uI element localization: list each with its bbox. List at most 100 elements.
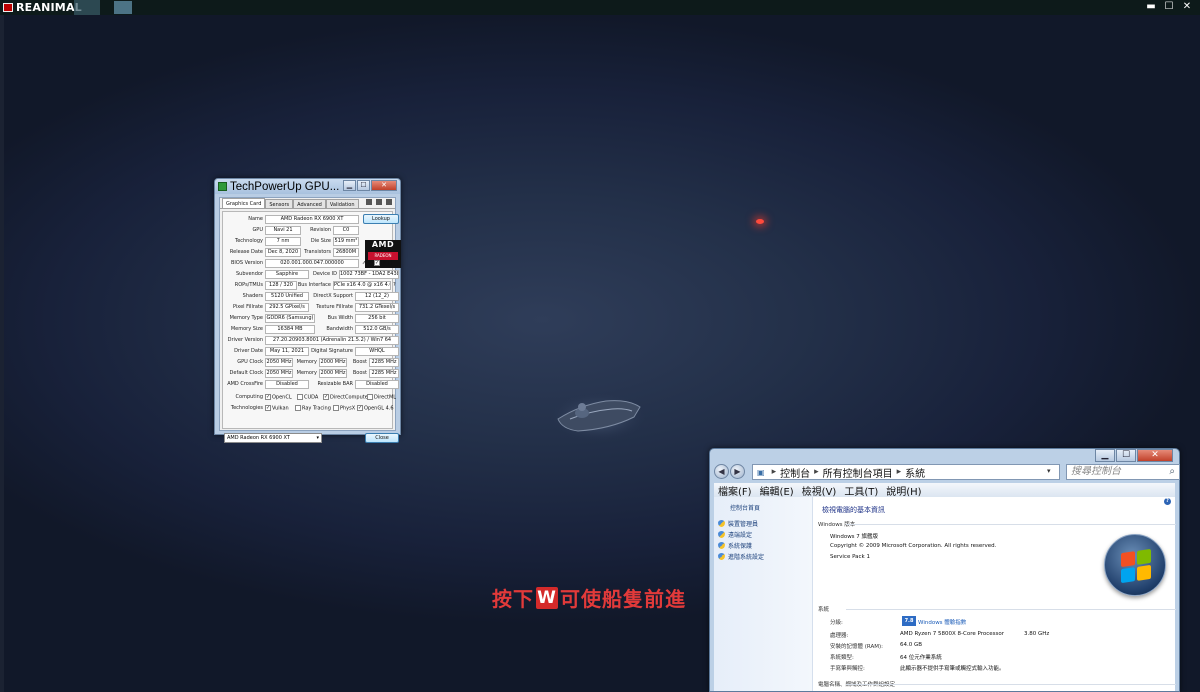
gpuz-close-button[interactable]: ✕ (371, 180, 397, 191)
shield-icon (718, 542, 725, 549)
tab-graphics-card[interactable]: Graphics Card (222, 198, 266, 208)
default-memory-value: 2000 MHz (319, 369, 347, 378)
sidebar-home-link[interactable]: 控制台首頁 (730, 503, 760, 512)
transistors-label: Transistors (304, 249, 331, 255)
back-button[interactable]: ◀ (714, 464, 729, 479)
breadcrumb-all-items[interactable]: 所有控制台項目 (823, 465, 893, 480)
gpuz-maximize-button[interactable]: ☐ (357, 180, 370, 191)
gpuz-close-dialog-button[interactable]: Close (365, 433, 399, 443)
revision-value: C0 (333, 226, 359, 235)
directcompute-checkbox[interactable]: ✓ DirectCompute (323, 394, 368, 402)
technologies-label: Technologies (230, 405, 263, 411)
subvendor-value: Sapphire (265, 270, 309, 279)
texture-fillrate-value: 731.2 GTexel/s (355, 303, 399, 312)
share-icon[interactable]: ⇗ (362, 260, 366, 267)
boost-clock-value: 2285 MHz (369, 358, 399, 367)
minimize-button[interactable]: ▬ (1144, 0, 1158, 14)
camera-icon[interactable] (366, 199, 372, 205)
folder-icon: ▣ (757, 467, 765, 477)
lookup-button[interactable]: Lookup (363, 214, 399, 224)
card-select[interactable]: AMD Radeon RX 6900 XT ▾ (224, 433, 322, 443)
gpu-label: GPU (252, 227, 263, 233)
breadcrumb-system[interactable]: 系統 (905, 465, 925, 480)
cp-sidebar: 控制台首頁 裝置管理員 遠端設定 系統保護 進階系統設定 (714, 497, 813, 691)
opengl-checkbox[interactable]: ✓ OpenGL 4.6 (357, 405, 394, 413)
cp-close-button[interactable]: ✕ (1137, 449, 1173, 462)
menu-edit[interactable]: 編輯(E) (760, 483, 794, 498)
taskbar-thumbnail (74, 0, 100, 15)
device-id-value: 1002 73BF - 1DA2 E438 (339, 270, 399, 279)
tab-sensors[interactable]: Sensors (265, 199, 294, 208)
refresh-icon[interactable] (376, 199, 382, 205)
digital-signature-value: WHQL (355, 347, 399, 356)
uefi-checkbox[interactable]: ✓ UEFI (374, 260, 392, 268)
menu-view[interactable]: 檢視(V) (802, 483, 837, 498)
cp-maximize-button[interactable]: ☐ (1116, 449, 1136, 462)
resizable-bar-label: Resizable BAR (317, 381, 353, 387)
menu-file[interactable]: 檔案(F) (718, 483, 752, 498)
shield-icon (718, 520, 725, 527)
bios-label: BIOS Version (231, 260, 263, 266)
name-label: Name (248, 216, 263, 222)
search-icon[interactable]: ⌕ (1169, 465, 1175, 479)
tab-advanced[interactable]: Advanced (293, 199, 326, 208)
system-type-value: 64 位元作業系統 (900, 655, 942, 661)
menu-tools[interactable]: 工具(T) (844, 483, 878, 498)
sidebar-item-device-manager[interactable]: 裝置管理員 (718, 519, 758, 528)
taskbar-thumbnail (114, 1, 132, 14)
pen-touch-value: 此顯示器不提供手寫筆或觸控式輸入功能。 (900, 666, 1005, 672)
shaders-value: 5120 Unified (265, 292, 309, 301)
edition-section-title: Windows 版本 (818, 522, 1180, 528)
address-dropdown-icon[interactable]: ▾ (1047, 467, 1051, 475)
boat-image (550, 393, 646, 441)
tab-validation[interactable]: Validation (325, 199, 359, 208)
gpuz-titlebar[interactable]: TechPowerUp GPU... ▁ ☐ ✕ (215, 179, 400, 194)
computing-label: Computing (235, 394, 263, 400)
sidebar-item-advanced-settings[interactable]: 進階系統設定 (718, 552, 764, 561)
gpuz-tabs: Graphics Card Sensors Advanced Validatio… (220, 198, 395, 209)
help-icon[interactable]: ? (1164, 498, 1171, 505)
experience-index-link[interactable]: Windows 體驗指數 (918, 618, 966, 626)
release-date-value: Dec 8, 2020 (265, 248, 301, 257)
driver-date-value: May 11, 2021 (265, 347, 309, 356)
directml-checkbox[interactable]: DirectML (367, 394, 396, 402)
breadcrumb-separator-icon: ▸ (771, 467, 777, 477)
service-pack: Service Pack 1 (830, 554, 870, 560)
memory-type-label: Memory Type (229, 315, 263, 321)
shaders-label: Shaders (242, 293, 263, 299)
ray-tracing-checkbox[interactable]: Ray Tracing (295, 405, 331, 413)
forward-button[interactable]: ▶ (730, 464, 745, 479)
address-bar[interactable]: ▣ ▸ 控制台 ▸ 所有控制台項目 ▸ 系統 (752, 464, 1060, 480)
close-button[interactable]: ✕ (1180, 0, 1194, 14)
subvendor-label: Subvendor (235, 271, 263, 277)
breadcrumb-separator-icon: ▸ (896, 467, 902, 477)
opencl-checkbox[interactable]: ✓ OpenCL (265, 394, 292, 402)
vulkan-checkbox[interactable]: ✓ Vulkan (265, 405, 289, 413)
game-hint: 按下 W 可使船隻前進 (492, 583, 686, 612)
default-clock-label: Default Clock (229, 370, 263, 376)
sidebar-item-system-protection[interactable]: 系統保護 (718, 541, 752, 550)
cp-titlebar[interactable]: ▁ ☐ ✕ (710, 449, 1179, 462)
cp-content: 控制台首頁 裝置管理員 遠端設定 系統保護 進階系統設定 ? 檢視電腦的基本資訊… (714, 497, 1180, 691)
gpuz-info-panel: Name AMD Radeon RX 6900 XT Lookup GPU Na… (222, 211, 401, 429)
bus-interface-value: PCIe x16 4.0 @ x16 4.0 (333, 281, 391, 290)
control-panel-window: ▁ ☐ ✕ ◀ ▶ ▣ ▸ 控制台 ▸ 所有控制台項目 ▸ 系統 ▾ 搜尋控制台… (709, 448, 1180, 692)
physx-checkbox[interactable]: PhysX (333, 405, 355, 413)
breadcrumb-control-panel[interactable]: 控制台 (780, 465, 810, 480)
memory-clock-value: 2000 MHz (319, 358, 347, 367)
rops-value: 128 / 320 (265, 281, 297, 290)
chevron-down-icon: ▾ (316, 435, 319, 441)
windows-logo-icon (1104, 534, 1166, 596)
menu-help[interactable]: 說明(H) (886, 483, 921, 498)
maximize-button[interactable]: ☐ (1162, 0, 1176, 14)
device-id-label: Device ID (312, 271, 337, 277)
help-icon[interactable]: ? (393, 282, 396, 289)
resizable-bar-value: Disabled (355, 380, 399, 389)
cuda-checkbox[interactable]: CUDA (297, 394, 318, 402)
gpuz-minimize-button[interactable]: ▁ (343, 180, 356, 191)
cp-minimize-button[interactable]: ▁ (1095, 449, 1115, 462)
menu-icon[interactable] (386, 199, 392, 205)
sidebar-item-remote-settings[interactable]: 遠端設定 (718, 530, 752, 539)
system-type-label: 系統類型: (830, 655, 854, 661)
search-input[interactable]: 搜尋控制台 ⌕ (1066, 464, 1180, 480)
